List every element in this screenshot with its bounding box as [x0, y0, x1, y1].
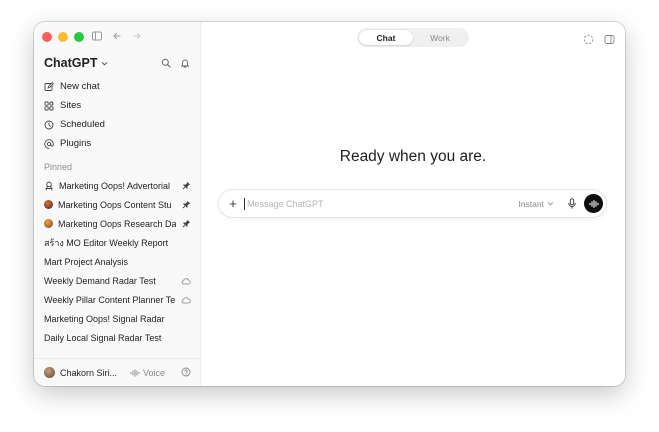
- chat-list-item[interactable]: Marketing Oops! Advertorial: [34, 176, 201, 195]
- voice-label: Voice: [142, 367, 165, 378]
- chat-list-item[interactable]: Marketing Oops! Signal Radar: [34, 309, 201, 328]
- sidebar: ChatGPT New chat Sites Scheduled Plugins…: [34, 22, 201, 386]
- plus-icon[interactable]: +: [227, 196, 239, 211]
- chat-list-item[interactable]: Daily Local Signal Radar Test: [34, 328, 201, 347]
- sidebar-item-label: Plugins: [60, 138, 92, 149]
- minimize-window-button[interactable]: [58, 32, 68, 42]
- chat-title: Weekly Pillar Content Planner Te: [44, 294, 176, 305]
- bell-icon[interactable]: [180, 55, 190, 73]
- sidebar-item-label: New chat: [60, 81, 100, 92]
- project-avatar: [44, 200, 53, 209]
- chat-title: Marketing Oops! Signal Radar: [44, 313, 165, 324]
- chat-title: Marketing Oops Research Da: [58, 218, 176, 229]
- close-window-button[interactable]: [42, 32, 52, 42]
- pinned-section-label: Pinned: [44, 162, 73, 172]
- sites-icon: [44, 101, 54, 111]
- compose-icon: [44, 81, 54, 92]
- chat-title: Marketing Oops Content Stu: [58, 199, 172, 210]
- tab-work[interactable]: Work: [413, 30, 467, 45]
- top-right-actions: [583, 32, 615, 50]
- sidebar-item-plugins[interactable]: Plugins: [34, 134, 201, 153]
- user-avatar[interactable]: [44, 367, 55, 378]
- chat-list-item[interactable]: Marketing Oops Content Stu: [34, 195, 201, 214]
- pin-icon[interactable]: [181, 200, 191, 210]
- pin-icon[interactable]: [181, 181, 191, 191]
- pin-icon[interactable]: [181, 219, 191, 229]
- chat-list-item[interactable]: Weekly Pillar Content Planner Te: [34, 290, 201, 309]
- sidebar-item-scheduled[interactable]: Scheduled: [34, 115, 201, 134]
- main-panel: Chat Work Ready when you are. + Instant: [201, 22, 625, 386]
- chat-title: Weekly Demand Radar Test: [44, 275, 156, 286]
- sidebar-item-label: Scheduled: [60, 119, 105, 130]
- voice-mode-button[interactable]: [584, 194, 603, 213]
- clock-icon: [44, 120, 54, 130]
- sidebar-item-label: Sites: [60, 100, 82, 111]
- back-arrow-icon[interactable]: [111, 30, 123, 42]
- sidebar-nav: New chat Sites Scheduled Plugins: [34, 77, 201, 153]
- custom-gpt-icon: [44, 181, 54, 191]
- chat-list-item[interactable]: Marketing Oops Research Da: [34, 214, 201, 233]
- microphone-icon[interactable]: [566, 198, 578, 210]
- mode-toggle: Chat Work: [357, 28, 469, 47]
- voice-button[interactable]: Voice: [130, 368, 165, 378]
- message-composer: + Instant: [219, 190, 606, 217]
- chat-list-item[interactable]: สร้าง MO Editor Weekly Report: [34, 233, 201, 252]
- sidebar-item-new-chat[interactable]: New chat: [34, 77, 201, 96]
- chat-list: Marketing Oops! Advertorial Marketing Oo…: [34, 176, 201, 347]
- waveform-icon: [588, 199, 599, 208]
- sidebar-panel-icon[interactable]: [604, 32, 615, 50]
- brand-title: ChatGPT: [44, 56, 98, 70]
- sidebar-toggle-icon[interactable]: [91, 30, 103, 42]
- app-window: ChatGPT New chat Sites Scheduled Plugins…: [34, 22, 625, 386]
- cloud-icon: [181, 295, 191, 305]
- at-icon: [44, 138, 54, 149]
- zoom-window-button[interactable]: [74, 32, 84, 42]
- cloud-icon: [181, 276, 191, 286]
- chat-title: สร้าง MO Editor Weekly Report: [44, 237, 169, 248]
- tab-chat[interactable]: Chat: [359, 30, 413, 45]
- chat-title: Daily Local Signal Radar Test: [44, 332, 162, 343]
- search-icon[interactable]: [161, 55, 171, 73]
- help-icon[interactable]: [181, 367, 191, 379]
- model-label: Instant: [518, 198, 544, 209]
- model-switcher[interactable]: ChatGPT: [44, 54, 108, 72]
- message-input[interactable]: [244, 197, 519, 210]
- forward-arrow-icon[interactable]: [131, 30, 143, 42]
- chat-title: Marketing Oops! Advertorial: [59, 180, 171, 191]
- temporary-chat-icon[interactable]: [583, 32, 594, 50]
- sidebar-item-sites[interactable]: Sites: [34, 96, 201, 115]
- sidebar-header-actions: [161, 55, 190, 73]
- project-avatar: [44, 219, 53, 228]
- chat-title: Mart Project Analysis: [44, 256, 129, 267]
- model-selector[interactable]: Instant: [518, 199, 554, 209]
- user-name[interactable]: Chakorn Siri...: [60, 368, 130, 378]
- chat-list-item[interactable]: Weekly Demand Radar Test: [34, 271, 201, 290]
- chat-list-item[interactable]: Mart Project Analysis: [34, 252, 201, 271]
- page-title: Ready when you are.: [339, 148, 487, 165]
- window-controls: [42, 32, 84, 42]
- chevron-down-icon: [101, 54, 108, 72]
- titlebar-actions: [91, 30, 143, 42]
- sidebar-footer: Chakorn Siri... Voice: [34, 358, 201, 386]
- waveform-icon: [130, 368, 140, 377]
- chevron-down-icon: [547, 202, 554, 206]
